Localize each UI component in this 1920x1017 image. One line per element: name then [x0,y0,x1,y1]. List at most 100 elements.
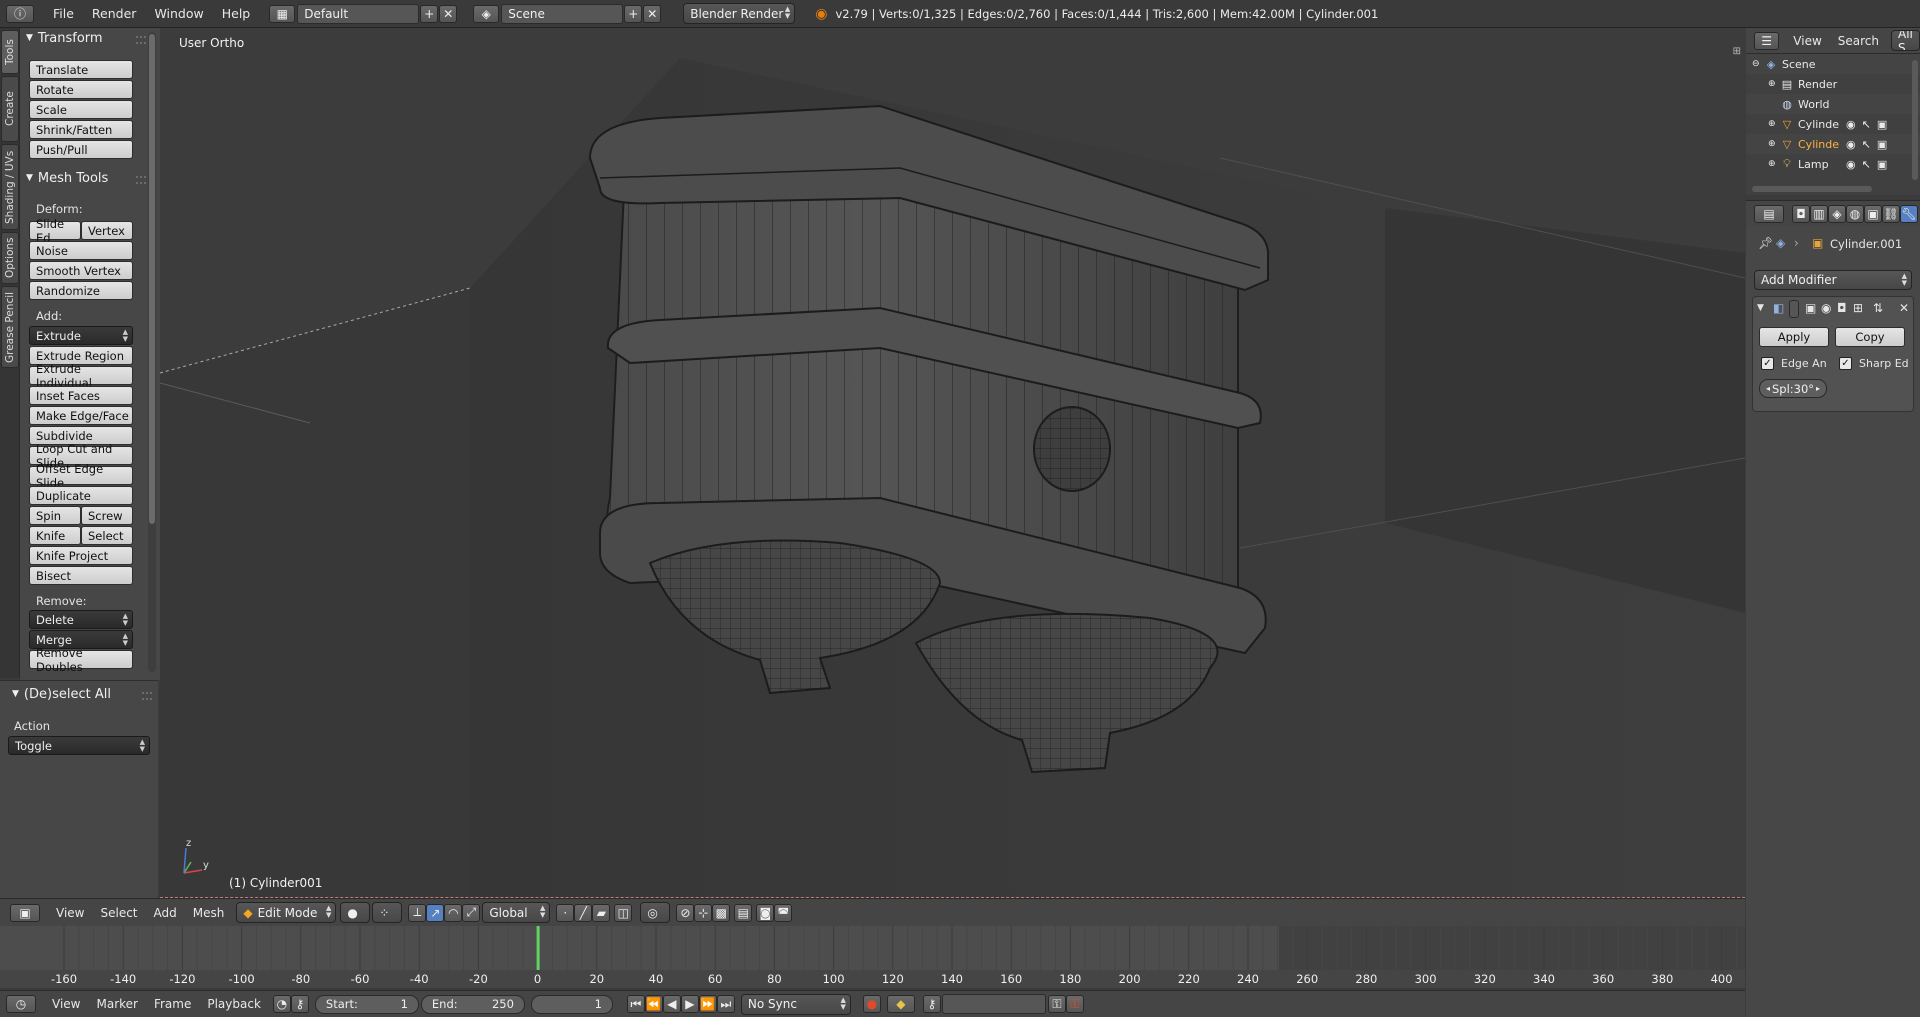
edge-select-icon[interactable]: ╱ [574,903,593,922]
display-mode-dropdown[interactable]: All S [1891,30,1920,51]
translate-manipulator-icon[interactable]: ↗ [426,903,445,922]
add-modifier-dropdown[interactable]: Add Modifier ▲ ▼ [1754,270,1912,290]
translate-button[interactable]: Translate [29,60,133,79]
transform-panel-header[interactable]: ▼ Transform [26,28,103,48]
rotate-manipulator-icon[interactable]: ◠ [444,903,463,922]
viewport-plus-icon[interactable]: ⊞ [1733,46,1741,57]
outliner-row[interactable]: ◍ World [1746,94,1920,114]
editor-type-info-icon[interactable]: ⓘ [6,4,34,23]
play-icon[interactable]: ▶ [680,995,699,1013]
scene-field[interactable]: Scene [501,3,624,24]
render-engine-dropdown[interactable]: Blender Render ▲ ▼ [683,3,796,24]
knife-select-button[interactable]: Select [81,526,133,545]
selectable-cursor-icon[interactable]: ↖ [1862,118,1871,131]
face-select-icon[interactable]: ▰ [592,903,611,922]
editor-type-timeline-icon[interactable]: ◷ [6,995,36,1013]
tab-options[interactable]: Options [1,232,19,284]
add-layout-icon[interactable]: + [420,4,439,23]
delete-keyframe-icon[interactable]: ⚿ [1065,995,1084,1013]
screen-layout-field[interactable]: Default [297,3,420,24]
copy-button[interactable]: Copy [1835,327,1905,347]
renderable-camera-icon[interactable]: ▣ [1877,158,1887,171]
render-preview-icon[interactable]: ▤ [734,903,753,922]
mode-dropdown[interactable]: ◆ Edit Mode ▲ ▼ [236,902,337,923]
lock-range-icon[interactable]: ⚷ [290,995,309,1013]
expand-icon[interactable]: ⊕ [1768,79,1778,89]
modifier-name-field[interactable] [1789,300,1799,318]
scale-manipulator-icon[interactable]: ⤢ [462,903,481,922]
editor-type-3dview-icon[interactable]: ▣ [10,903,40,922]
viewport-toggle-icon[interactable]: ◉ [1821,301,1831,315]
editmode-toggle-icon[interactable]: ▣ [1805,301,1816,315]
modifiers-tab-icon[interactable]: 🔧︎ [1900,204,1918,223]
start-frame-field[interactable]: Start: 1 [314,994,419,1014]
jump-keyframe-forward-icon[interactable]: ⏩ [698,995,717,1013]
spin-button[interactable]: Spin [29,506,81,525]
jump-keyframe-back-icon[interactable]: ⏪ [644,995,663,1013]
shading-dropdown[interactable]: ● [340,902,371,923]
world-tab-icon[interactable]: ◍ [1846,204,1864,223]
vertex-select-icon[interactable]: · [556,903,575,922]
renderable-camera-icon[interactable]: ▣ [1877,138,1887,151]
cage-toggle-icon[interactable]: ⊞ [1853,301,1863,315]
remove-layout-icon[interactable]: ✕ [439,4,458,23]
pin-icon[interactable]: 📌︎ [1758,236,1773,250]
object-tab-icon[interactable]: ▣ [1864,204,1882,223]
menu-help[interactable]: Help [213,6,260,21]
move-modifier-icon[interactable]: ⇅ [1873,301,1883,315]
render-tab-icon[interactable]: ◘ [1792,204,1810,223]
outliner-row[interactable]: ⊕ ▽ Cylinde ◉ ↖ ▣ [1746,134,1920,154]
play-reverse-icon[interactable]: ◀ [662,995,681,1013]
render-layers-tab-icon[interactable]: ▥ [1810,204,1828,223]
menu-window[interactable]: Window [145,6,212,21]
menu-render[interactable]: Render [83,6,146,21]
outliner[interactable]: ⊖ ◈ Scene ⊕ ▤ Render ◍ World ⊕ ▽ Cylinde… [1746,54,1920,195]
menu-view[interactable]: View [1785,34,1829,48]
limit-selection-icon[interactable]: ◫ [614,903,633,922]
edge-angle-checkbox[interactable]: ✓ [1761,357,1774,370]
tab-grease-pencil[interactable]: Grease Pencil [1,286,19,368]
proportional-edit-dropdown[interactable]: ◎ [640,902,671,923]
decrement-arrow-icon[interactable]: ◂ [1766,384,1770,393]
menu-add[interactable]: Add [146,906,185,920]
split-angle-field[interactable]: ◂ Spl:30° ▸ [1759,379,1827,398]
opengl-render-icon[interactable]: ◙ [756,903,775,922]
render-toggle-icon[interactable]: ◘ [1837,301,1847,315]
end-frame-field[interactable]: End: 250 [420,994,525,1014]
keying-set-field[interactable] [941,994,1046,1014]
menu-view[interactable]: View [48,906,92,920]
bisect-button[interactable]: Bisect [29,566,133,585]
noise-button[interactable]: Noise [29,241,133,260]
expand-icon[interactable]: ⊕ [1768,139,1778,149]
shrink-fatten-button[interactable]: Shrink/Fatten [29,120,133,139]
add-scene-icon[interactable]: + [624,4,643,23]
randomize-button[interactable]: Randomize [29,281,133,300]
screen-layout-icon[interactable]: ▦ [269,4,296,23]
collapse-icon[interactable]: ⊖ [1752,59,1762,69]
menu-playback[interactable]: Playback [199,997,269,1011]
outliner-scrollbar[interactable] [1912,60,1918,180]
vertex-slide-button[interactable]: Vertex [81,221,133,240]
offset-edge-slide-button[interactable]: Offset Edge Slide [29,462,133,490]
make-edge-face-button[interactable]: Make Edge/Face [29,406,133,425]
inset-faces-button[interactable]: Inset Faces [29,386,133,405]
toolshelf-scrollbar[interactable] [148,32,156,672]
orientation-dropdown[interactable]: Global ▲ ▼ [482,902,551,923]
visibility-eye-icon[interactable]: ◉ [1846,138,1856,151]
expand-icon[interactable]: ⊕ [1768,119,1778,129]
expand-triangle-icon[interactable]: ▼ [1757,303,1764,313]
sync-dropdown[interactable]: No Sync ▲ ▼ [740,993,851,1015]
menu-select[interactable]: Select [92,906,145,920]
sharp-edges-checkbox[interactable]: ✓ [1839,357,1852,370]
outliner-hscrollbar[interactable] [1752,186,1872,192]
editor-type-properties-icon[interactable]: ▤ [1754,204,1784,223]
panel-grip-icon[interactable] [136,176,146,184]
panel-grip-icon[interactable] [142,692,152,700]
jump-end-icon[interactable]: ⏭ [716,995,735,1013]
push-pull-button[interactable]: Push/Pull [29,140,133,159]
current-frame-marker[interactable] [536,926,540,970]
delete-dropdown[interactable]: Delete ▲ ▼ [29,610,133,629]
selectable-cursor-icon[interactable]: ↖ [1862,158,1871,171]
remove-scene-icon[interactable]: ✕ [643,4,662,23]
remove-doubles-button[interactable]: Remove Doubles [29,646,133,674]
